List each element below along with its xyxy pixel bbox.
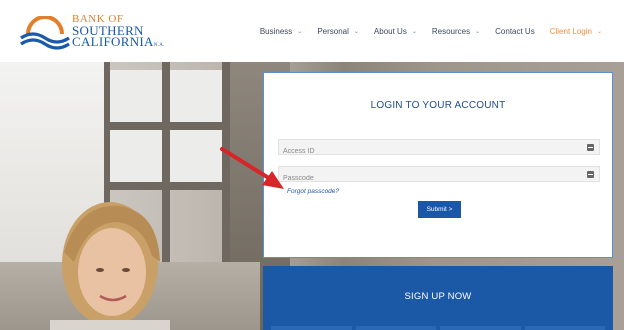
main-nav: Business ⌄ Personal ⌄ About Us ⌄ Resources ⌄… bbox=[245, 0, 602, 62]
nav-contact-us[interactable]: Contact Us bbox=[495, 27, 535, 36]
window-frame bbox=[104, 182, 230, 190]
forgot-passcode-link[interactable]: Forgot passcode? bbox=[287, 188, 339, 195]
red-arrow-annotation-icon bbox=[220, 147, 284, 189]
logo-line-3-text: CALIFORNIA bbox=[72, 34, 154, 49]
nav-about-us[interactable]: About Us ⌄ bbox=[374, 27, 417, 36]
id-card-icon bbox=[587, 144, 594, 151]
chevron-down-icon: ⌄ bbox=[475, 28, 481, 35]
nav-resources[interactable]: Resources ⌄ bbox=[432, 27, 480, 36]
site-header: BANK OF SOUTHERN CALIFORNIAN.A. Business… bbox=[0, 0, 624, 62]
window-frame bbox=[104, 122, 230, 130]
chevron-down-icon: ⌄ bbox=[353, 28, 359, 35]
chevron-down-icon: ⌄ bbox=[297, 28, 303, 35]
chevron-down-icon: ⌄ bbox=[596, 28, 602, 35]
signup-option[interactable] bbox=[355, 326, 436, 330]
chevron-down-icon: ⌄ bbox=[411, 28, 417, 35]
signup-title: SIGN UP NOW bbox=[404, 291, 472, 302]
logo-line-3: CALIFORNIAN.A. bbox=[72, 34, 165, 51]
nav-client-login-label: Client Login bbox=[549, 26, 592, 36]
window-pane bbox=[110, 70, 162, 122]
passcode-field[interactable] bbox=[278, 166, 600, 186]
passcode-input[interactable] bbox=[279, 171, 599, 186]
signup-option[interactable] bbox=[524, 326, 605, 330]
access-id-field[interactable] bbox=[278, 139, 600, 159]
login-title: LOGIN TO YOUR ACCOUNT bbox=[370, 100, 506, 111]
logo-sun-waves-icon bbox=[20, 16, 70, 50]
window-pane bbox=[110, 130, 162, 182]
submit-button[interactable]: Submit > bbox=[418, 201, 461, 218]
nav-personal-label: Personal bbox=[317, 26, 349, 36]
nav-about-us-label: About Us bbox=[373, 26, 407, 36]
id-card-icon bbox=[587, 171, 594, 178]
window-pane bbox=[170, 130, 222, 182]
window-pane bbox=[170, 70, 222, 122]
nav-client-login[interactable]: Client Login ⌄ bbox=[550, 27, 602, 36]
bank-logo[interactable]: BANK OF SOUTHERN CALIFORNIAN.A. bbox=[20, 14, 170, 54]
logo-suffix: N.A. bbox=[153, 43, 165, 48]
woman-photo bbox=[50, 202, 170, 330]
nav-contact-us-label: Contact Us bbox=[495, 26, 535, 36]
nav-business[interactable]: Business ⌄ bbox=[260, 27, 303, 36]
signup-panel: SIGN UP NOW bbox=[263, 266, 613, 330]
logo-text: BANK OF SOUTHERN CALIFORNIAN.A. bbox=[72, 14, 165, 51]
access-id-input[interactable] bbox=[279, 144, 599, 159]
nav-personal[interactable]: Personal ⌄ bbox=[317, 27, 359, 36]
signup-option[interactable] bbox=[440, 326, 521, 330]
signup-buttons-strip bbox=[271, 326, 605, 330]
login-card: LOGIN TO YOUR ACCOUNT Forgot passcode? S… bbox=[263, 72, 613, 258]
signup-option[interactable] bbox=[271, 326, 352, 330]
nav-resources-label: Resources bbox=[431, 26, 471, 36]
nav-business-label: Business bbox=[259, 26, 293, 36]
